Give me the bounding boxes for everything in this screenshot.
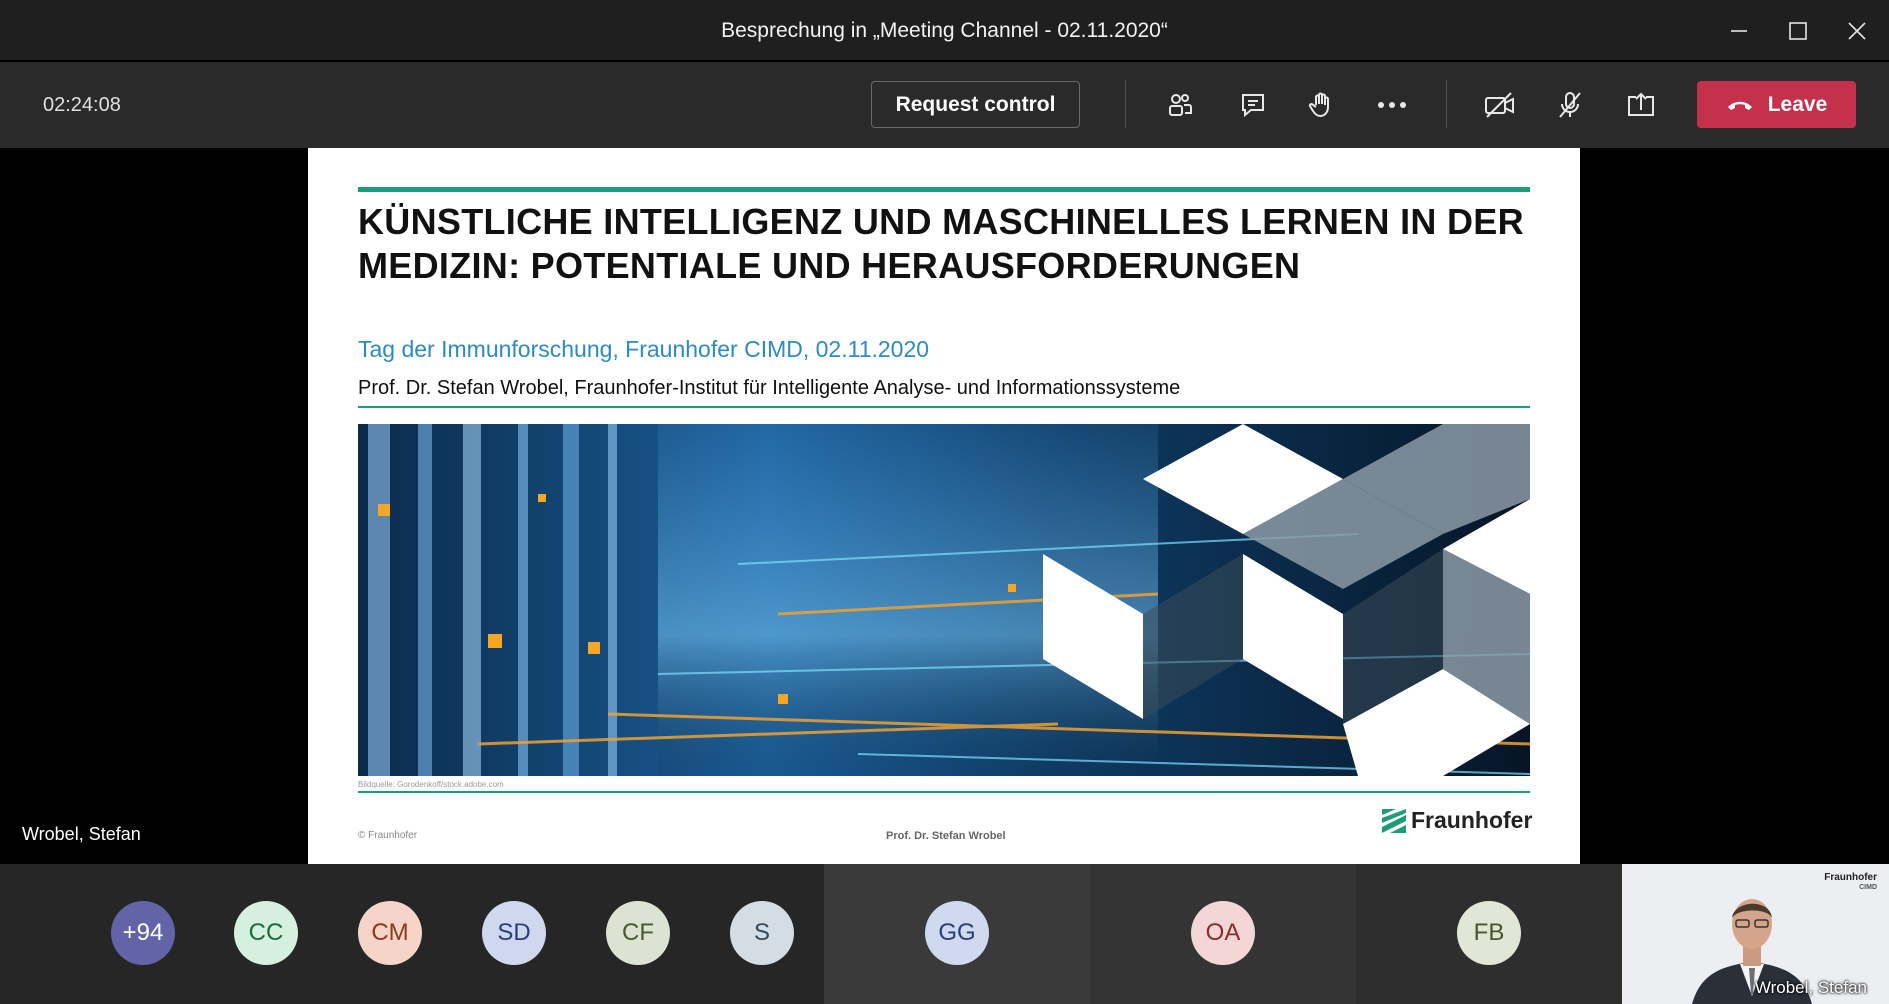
fraunhofer-logo-icon: [1382, 808, 1406, 833]
raise-hand-button[interactable]: [1299, 83, 1343, 127]
avatar-initials: +94: [122, 919, 164, 946]
slide-accent-line: [358, 187, 1530, 192]
hand-icon: [1308, 92, 1329, 118]
avatar-overflow-count[interactable]: +94: [111, 901, 175, 965]
shared-content-stage: KÜNSTLICHE INTELLIGENZ UND MASCHINELLES …: [0, 148, 1889, 864]
slide-divider: [358, 406, 1530, 408]
camera-off-icon: [1485, 92, 1514, 118]
avatar[interactable]: CC: [234, 901, 298, 965]
meeting-timer: 02:24:08: [43, 94, 121, 116]
presenter-name-label: Wrobel, Stefan: [22, 824, 141, 844]
slide-footer-line: [358, 791, 1530, 793]
leave-button[interactable]: Leave: [1697, 81, 1856, 128]
avatar[interactable]: CM: [358, 901, 422, 965]
avatar-initials: CM: [371, 919, 409, 946]
leave-label: Leave: [1767, 92, 1828, 116]
window-title-bar: Besprechung in „Meeting Channel - 02.11.…: [0, 0, 1889, 61]
request-control-button[interactable]: Request control: [871, 81, 1080, 128]
avatar[interactable]: OA: [1191, 901, 1255, 965]
chat-icon: [1242, 94, 1264, 118]
divider: [1446, 80, 1447, 128]
avatar[interactable]: GG: [925, 901, 989, 965]
avatar-initials: OA: [1205, 919, 1241, 946]
divider: [1125, 80, 1126, 128]
avatar[interactable]: CF: [606, 901, 670, 965]
avatar-initials: SD: [497, 919, 531, 946]
close-window-button[interactable]: [1832, 12, 1882, 50]
fraunhofer-logo: Fraunhofer: [1382, 807, 1532, 834]
minimize-button[interactable]: [1714, 12, 1764, 50]
people-icon: [1169, 94, 1192, 116]
slide-title: KÜNSTLICHE INTELLIGENZ UND MASCHINELLES …: [358, 201, 1524, 286]
avatar-initials: S: [753, 919, 770, 946]
close-icon: [1848, 22, 1866, 40]
avatar-initials: FB: [1473, 919, 1505, 946]
slide-footer-author: Prof. Dr. Stefan Wrobel: [886, 830, 1006, 842]
microphone-off-icon: [1559, 92, 1581, 118]
fraunhofer-wordmark: Fraunhofer: [1411, 807, 1533, 833]
camera-toggle-button[interactable]: [1478, 83, 1522, 127]
presentation-slide: KÜNSTLICHE INTELLIGENZ UND MASCHINELLES …: [308, 148, 1580, 864]
avatar-initials: CC: [248, 919, 284, 946]
self-video-tile[interactable]: Fraunhofer CIMD Wrobel, Stefan: [1622, 864, 1889, 1004]
more-icon: [1378, 102, 1406, 108]
avatar-initials: GG: [938, 919, 976, 946]
more-options-button[interactable]: [1370, 83, 1414, 127]
image-credit: Bildquelle: Gorodenkoff/stock.adobe.com: [358, 780, 504, 789]
hang-up-icon: [1727, 101, 1752, 110]
avatar[interactable]: FB: [1457, 901, 1521, 965]
chat-button[interactable]: [1231, 83, 1275, 127]
slide-hero-image: [358, 424, 1530, 776]
video-logo-text: Fraunhofer: [1824, 872, 1877, 883]
server-room-image: [358, 424, 1530, 776]
microphone-toggle-button[interactable]: [1548, 83, 1592, 127]
video-background-logo: Fraunhofer CIMD: [1824, 873, 1877, 893]
participants-button[interactable]: [1158, 83, 1202, 127]
meeting-control-bar: 02:24:08 Request control Leave: [0, 62, 1889, 148]
video-participant-name: Wrobel, Stefan: [1754, 978, 1867, 997]
avatar-initials: CF: [622, 919, 654, 946]
video-logo-subtext: CIMD: [1859, 884, 1877, 891]
share-tray-icon: [1628, 92, 1654, 116]
slide-copyright: © Fraunhofer: [358, 830, 418, 841]
maximize-icon: [1789, 22, 1807, 40]
window-title: Besprechung in „Meeting Channel - 02.11.…: [721, 19, 1168, 42]
slide-event: Tag der Immunforschung, Fraunhofer CIMD,…: [358, 336, 930, 362]
slide-author: Prof. Dr. Stefan Wrobel, Fraunhofer-Inst…: [358, 377, 1181, 399]
minimize-icon: [1731, 30, 1747, 32]
avatar[interactable]: S: [730, 901, 794, 965]
maximize-button[interactable]: [1773, 12, 1823, 50]
participant-strip: +94 CC CM SD CF S GG OA FB Fraunhofer CI…: [0, 864, 1889, 1004]
avatar[interactable]: SD: [482, 901, 546, 965]
share-screen-button[interactable]: [1619, 83, 1663, 127]
